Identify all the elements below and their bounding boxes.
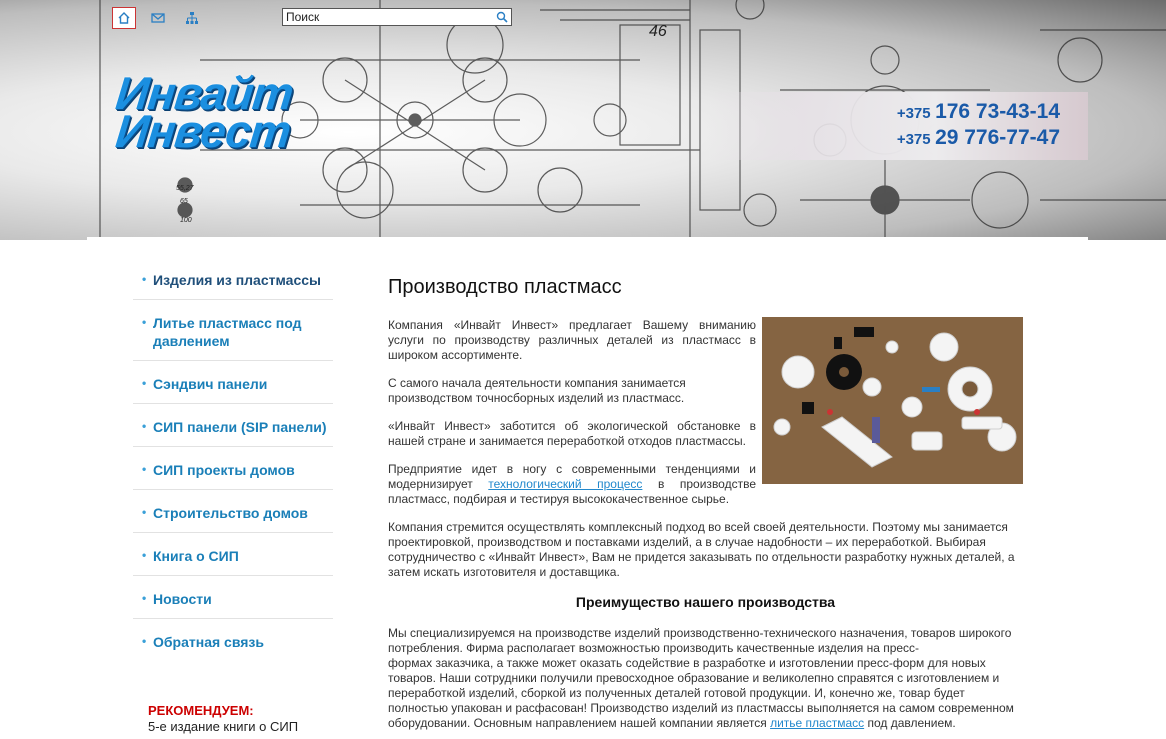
blueprint-label: 46 [649, 23, 667, 40]
sidebar-item-sandwich-panels[interactable]: • Сэндвич панели [133, 371, 333, 404]
plastic-parts-photo [762, 317, 1023, 484]
sidebar-item-sip-book[interactable]: • Книга о СИП [133, 543, 333, 576]
sidebar-item-sip-projects[interactable]: • СИП проекты домов [133, 457, 333, 490]
tech-process-link[interactable]: технологический процесс [488, 477, 642, 491]
sidebar-item-news[interactable]: • Новости [133, 586, 333, 619]
site-logo[interactable]: Инвайт Инвест [113, 67, 295, 157]
sidebar-item-house-construction[interactable]: • Строительство домов [133, 500, 333, 533]
sidebar-item-feedback[interactable]: • Обратная связь [133, 629, 333, 661]
header-banner: 46 100 55,27 65 Инвайт Инвест +375 176 7… [0, 0, 1166, 240]
paragraph: С самого начала деятельности компания за… [388, 376, 686, 405]
paragraph: Мы специализируемся на производстве изде… [388, 626, 1014, 730]
sidebar-item-injection-molding[interactable]: • Литье пластмасс под давлением [133, 310, 333, 361]
bullet-icon: • [142, 462, 147, 476]
search-box [282, 8, 512, 26]
content-panel: • Изделия из пластмассы • Литье пластмасс … [87, 237, 1088, 739]
logo-line-2: Инвест [113, 105, 293, 157]
sidebar-nav: • Изделия из пластмассы • Литье пластмасс … [133, 267, 333, 671]
bullet-icon: • [142, 272, 147, 286]
recommend-block: РЕКОМЕНДУЕМ: 5-е издание книги о СИП [148, 703, 298, 735]
phone-block: +375 176 73-43-14 +375 29 776-77-47 [708, 92, 1088, 160]
phone-number: +375 29 776-77-47 [896, 126, 1060, 149]
page-title: Производство пластмасс [388, 276, 622, 298]
sitemap-icon[interactable] [180, 7, 204, 29]
sidebar-item-plastic-products[interactable]: • Изделия из пластмассы [133, 267, 333, 300]
bullet-icon: • [142, 419, 147, 433]
home-icon[interactable] [112, 7, 136, 29]
bullet-icon: • [142, 634, 147, 648]
recommend-link[interactable]: 5-е издание книги о СИП [148, 719, 298, 735]
bullet-icon: • [142, 376, 147, 390]
section-heading: Преимущество нашего производства [575, 594, 836, 610]
mail-icon[interactable] [146, 7, 170, 29]
bullet-icon: • [142, 591, 147, 605]
top-toolbar [112, 6, 204, 30]
phone-number: +375 176 73-43-14 [896, 100, 1060, 123]
bullet-icon: • [142, 548, 147, 562]
blueprint-label: 100 [180, 217, 192, 224]
blueprint-label: 65 [180, 198, 188, 205]
main-content: Производство пластмасс Компания «Инвайт … [388, 275, 1023, 739]
blueprint-label: 55,27 [176, 185, 195, 192]
bullet-icon: • [142, 505, 147, 519]
paragraph: Компания стремится осуществлять комплекс… [388, 520, 1015, 579]
sidebar-item-sip-panels[interactable]: • СИП панели (SIP панели) [133, 414, 333, 447]
bullet-icon: • [142, 315, 147, 329]
recommend-title: РЕКОМЕНДУЕМ: [148, 703, 254, 718]
injection-molding-link[interactable]: литье пластмасс [770, 716, 864, 730]
search-icon[interactable] [493, 9, 511, 25]
search-input[interactable] [283, 9, 493, 25]
